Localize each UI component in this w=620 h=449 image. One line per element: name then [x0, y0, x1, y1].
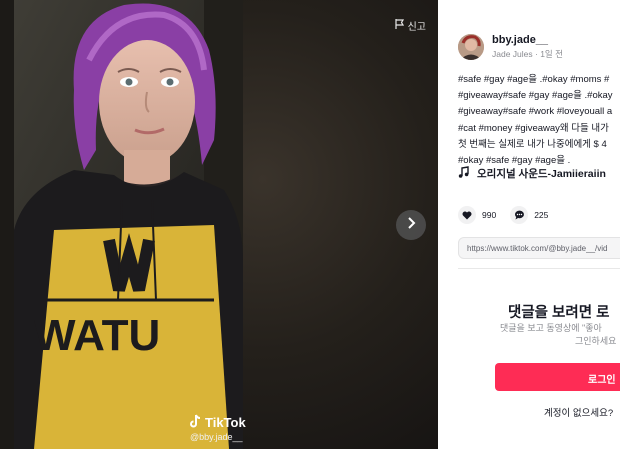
watermark-username: @bby.jade__: [190, 432, 243, 442]
like-count: 990: [482, 210, 497, 220]
report-label: 신고: [407, 22, 426, 33]
tiktok-watermark: TikTok @bby.jade__: [190, 414, 246, 442]
chevron-right-icon: [406, 216, 416, 234]
video-frame-image: WATU: [14, 0, 243, 449]
signup-prompt[interactable]: 계정이 없으세요?: [544, 405, 613, 419]
music-link[interactable]: 오리지널 사운드-Jamiieraiin: [458, 166, 606, 181]
next-video-button[interactable]: [396, 210, 426, 240]
share-url-field[interactable]: https://www.tiktok.com/@bby.jade__/vid: [458, 237, 620, 259]
video-blur-edge: [0, 0, 14, 449]
description-line: #cat #money #giveaway왜 다들 내가: [458, 122, 609, 134]
svg-text:WATU: WATU: [34, 311, 160, 360]
report-button[interactable]: 신고: [394, 18, 426, 33]
login-prompt-title: 댓글을 보려면 로: [508, 305, 610, 321]
author-info[interactable]: bby.jade__ Jade Jules · 1일 전: [458, 34, 563, 60]
login-prompt-subtitle: 댓글을 보고 동영상에 "좋아 그인하세요: [500, 322, 620, 348]
login-subtitle-line: 댓글을 보고 동영상에 "좋아: [500, 323, 602, 333]
description-line: #safe #gay #age을 .#okay #moms #: [458, 74, 610, 85]
action-bar: 990 225: [458, 206, 548, 224]
divider: [458, 268, 620, 269]
music-label: 오리지널 사운드-Jamiieraiin: [477, 168, 606, 180]
video-stage: WATU 신고 TikTok @bby.jade__: [0, 0, 438, 449]
tiktok-logo-icon: [190, 414, 202, 431]
description-line: 첫 번째는 실제로 내가 나중에에게 $ 4: [458, 138, 607, 150]
description-line: #giveaway#safe #gay #age을 .#okay: [458, 90, 613, 102]
author-subline: Jade Jules · 1일 전: [492, 49, 563, 59]
comment-count: 225: [534, 210, 549, 220]
author-username[interactable]: bby.jade__: [492, 34, 563, 46]
music-note-icon: [458, 166, 469, 181]
comment-button[interactable]: 225: [510, 206, 548, 224]
video-player[interactable]: WATU: [14, 0, 243, 449]
comment-icon: [510, 206, 529, 224]
heart-icon: [458, 206, 476, 224]
watermark-brand: TikTok: [205, 415, 246, 430]
like-button[interactable]: 990: [458, 206, 496, 224]
detail-panel: bby.jade__ Jade Jules · 1일 전 #safe #gay …: [438, 0, 620, 449]
login-subtitle-line: 그인하세요: [575, 336, 617, 346]
avatar[interactable]: [458, 34, 484, 60]
description-line: #giveaway#safe #work #loveyouall a: [458, 106, 613, 118]
login-button[interactable]: 로그인: [495, 363, 620, 391]
video-description: #safe #gay #age을 .#okay #moms # #giveawa…: [458, 72, 620, 169]
flag-icon: [394, 19, 404, 32]
